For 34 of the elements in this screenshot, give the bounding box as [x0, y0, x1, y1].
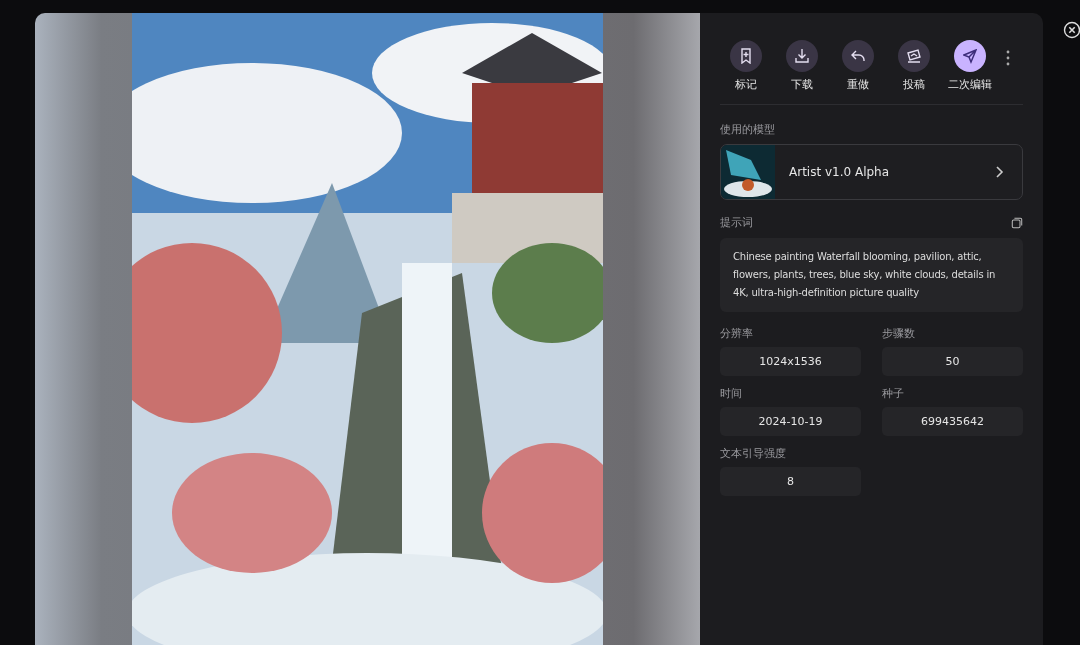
action-button[interactable]	[954, 40, 986, 72]
value-field: 50	[882, 347, 1023, 376]
section-label: 提示词	[720, 215, 753, 230]
action-label: 重做	[847, 77, 869, 92]
bookmark-icon	[739, 48, 753, 64]
copy-icon[interactable]	[1011, 216, 1023, 229]
field-label: 时间	[720, 386, 743, 401]
action-label: 下载	[791, 77, 813, 92]
action-label: 投稿	[903, 77, 925, 92]
picture-frame-icon	[907, 48, 921, 64]
value-field: 699435642	[882, 407, 1023, 436]
action-button[interactable]	[842, 40, 874, 72]
chevron-right-icon	[994, 165, 1004, 179]
action-button[interactable]	[786, 40, 818, 72]
action-label: 二次编辑	[948, 77, 992, 92]
undo-arrow-icon	[851, 48, 865, 64]
prompt-text: Chinese painting Waterfall blooming, pavilion, attic, flowers, plants, trees, blue sky, white clouds, details in 4K, ultra-high-definition picture quality	[720, 238, 1023, 312]
action-button[interactable]	[898, 40, 930, 72]
field-label: 种子	[882, 386, 905, 401]
field-label: 分辨率	[720, 326, 754, 341]
field-label: 文本引导强度	[720, 446, 787, 461]
value-field: 1024x1536	[720, 347, 861, 376]
action-button[interactable]	[730, 40, 762, 72]
section-label: 使用的模型	[720, 122, 776, 137]
model-card[interactable]: Artist v1.0 Alpha	[720, 144, 1023, 200]
more-icon[interactable]	[1006, 50, 1010, 66]
field-label: 步骤数	[882, 326, 916, 341]
model-name: Artist v1.0 Alpha	[789, 165, 891, 179]
close-icon[interactable]	[1063, 21, 1080, 39]
value-field: 2024-10-19	[720, 407, 861, 436]
value-field: 8	[720, 467, 861, 496]
send-icon	[963, 48, 977, 64]
action-label: 标记	[735, 77, 757, 92]
download-icon	[795, 48, 809, 64]
